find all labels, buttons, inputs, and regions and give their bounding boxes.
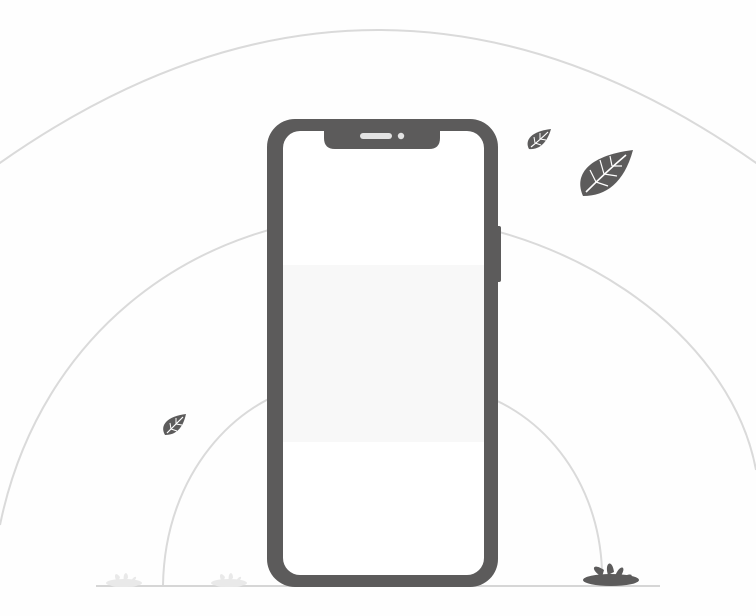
screen-content-band [283,265,484,442]
faint-plant-left [106,573,142,587]
speaker-icon [360,133,392,139]
faint-plant-middle [211,573,247,587]
leaf-icon-large [580,150,633,196]
camera-icon [397,132,405,140]
phone-device [267,119,501,587]
empty-state-illustration [0,29,756,587]
plant-icon [583,563,639,586]
leaf-icon-small-left [163,414,186,435]
leaf-icon-small-top [527,129,551,150]
